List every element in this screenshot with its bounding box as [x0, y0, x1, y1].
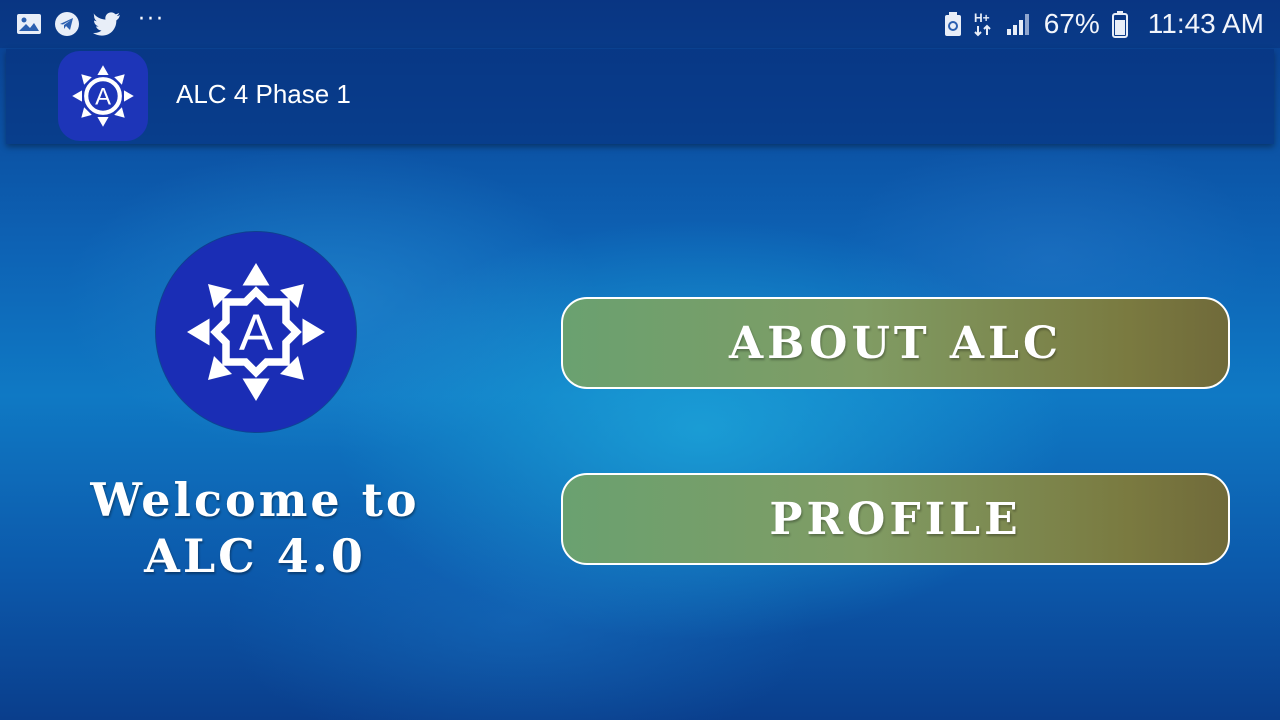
network-type-icon: H+	[974, 11, 994, 37]
about-alc-button-label: ABOUT ALC	[729, 317, 1062, 369]
telegram-icon	[54, 11, 80, 37]
welcome-message: Welcome to ALC 4.0	[40, 472, 470, 584]
gallery-icon	[16, 13, 42, 35]
svg-text:A: A	[95, 83, 111, 110]
battery-percent: 67%	[1043, 8, 1100, 39]
status-right: H+ 67% 11:43 AM	[944, 8, 1264, 40]
profile-button-label: PROFILE	[769, 493, 1022, 545]
welcome-line-2: ALC 4.0	[144, 529, 366, 583]
alc-logo: A	[156, 232, 356, 432]
battery-icon	[1111, 10, 1128, 38]
alc-logo-icon: A	[58, 51, 148, 141]
more-notifications-icon: ···	[138, 7, 165, 32]
signal-icon	[1006, 12, 1032, 36]
status-bar: ··· H+ 67% 11:43 AM	[0, 0, 1280, 48]
battery-saver-icon	[944, 11, 962, 37]
svg-text:H+: H+	[974, 11, 990, 25]
app-bar: A ALC 4 Phase 1	[6, 49, 1274, 144]
twitter-icon	[92, 12, 120, 36]
about-alc-button[interactable]: ABOUT ALC	[561, 297, 1230, 389]
app-title: ALC 4 Phase 1	[176, 79, 351, 109]
alc-logo-icon: A	[187, 263, 325, 401]
welcome-line-1: Welcome to	[90, 473, 420, 527]
svg-text:A: A	[239, 304, 273, 361]
status-left: ···	[16, 7, 165, 37]
clock: 11:43 AM	[1147, 8, 1264, 39]
profile-button[interactable]: PROFILE	[561, 473, 1230, 565]
